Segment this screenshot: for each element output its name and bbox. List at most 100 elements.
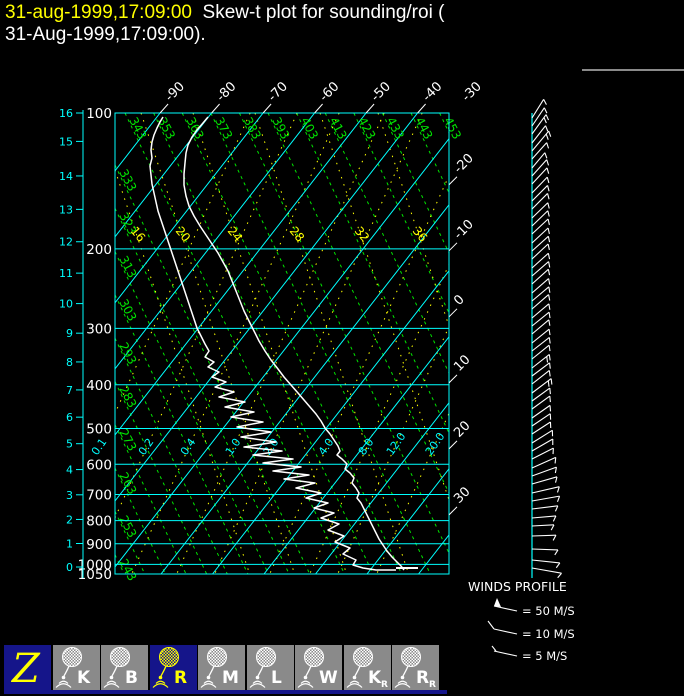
wind-barb-flick — [548, 329, 551, 336]
wind-barb-flick — [545, 133, 549, 140]
wind-barb-flick — [547, 243, 550, 250]
wind-barb-flick — [548, 337, 551, 344]
pressure-tick-label: 100 — [86, 106, 112, 122]
mixing-ratio-label: 0.1 — [89, 436, 110, 458]
wind-barb-flick — [547, 185, 550, 192]
wind-barb — [531, 456, 556, 469]
toolbar-button-r[interactable]: R — [149, 645, 197, 690]
button-letter: K — [77, 668, 91, 688]
balloon-body — [61, 647, 82, 667]
wind-barb — [531, 99, 545, 119]
dry-adiabat-line — [238, 113, 449, 555]
pressure-tick-label: 900 — [86, 537, 112, 553]
right-temp-tick — [448, 440, 458, 450]
wind-barb — [531, 286, 550, 302]
height-tick-label: 4 — [66, 464, 73, 477]
right-temp-label: 20 — [451, 418, 473, 440]
wind-barb-flick — [554, 457, 557, 464]
right-temp-label: 10 — [451, 352, 473, 374]
balloon-string — [159, 665, 167, 677]
signal-arc — [152, 683, 168, 688]
dry-adiabat-label: 303 — [116, 297, 139, 324]
isotherm-line — [470, 113, 684, 574]
wind-barb — [531, 130, 550, 152]
toolbar-button-b[interactable]: B — [101, 645, 148, 690]
wind-barb-flick — [548, 130, 552, 137]
toolbar-button-l[interactable]: L — [246, 645, 294, 690]
toolbar-button-z[interactable]: Z — [4, 645, 51, 690]
top-temp-tick — [365, 103, 375, 114]
top-temp-label: -30 — [459, 79, 485, 105]
toolbar-button-m[interactable]: M — [198, 645, 245, 690]
dry-adiabat-label: 363 — [184, 115, 207, 142]
wind-barb-flick — [548, 261, 551, 268]
wind-barb-flick — [543, 117, 547, 124]
wind-profile — [487, 99, 562, 657]
button-letter: W — [319, 668, 338, 688]
toolbar-button-kr[interactable]: KR — [343, 645, 391, 690]
wind-profile-title: WINDS PROFILE — [468, 579, 567, 594]
wind-barb-flick — [545, 114, 550, 121]
wind-barb-flick — [548, 345, 551, 352]
wind-barb — [531, 505, 558, 510]
wind-legend-label: = 5 M/S — [522, 649, 567, 663]
top-temp-tick — [262, 103, 272, 114]
right-temp-label: -10 — [451, 217, 477, 243]
wind-barb — [531, 534, 557, 537]
legend-flag-icon — [494, 598, 501, 607]
pressure-tick-label: 800 — [86, 514, 112, 530]
top-temp-label: -50 — [368, 79, 394, 105]
wind-barb-flick — [552, 534, 557, 541]
wind-barb — [531, 125, 546, 144]
wind-barb-flick — [548, 286, 551, 293]
wind-barb — [531, 337, 550, 352]
pressure-tick-label: 600 — [86, 457, 112, 473]
mixing-ratio-line — [176, 113, 385, 574]
wind-barb — [531, 303, 550, 319]
toolbar-button-rr[interactable]: RR — [392, 645, 439, 690]
balloon-body — [207, 647, 227, 667]
wind-barb-flick — [554, 549, 559, 556]
balloon-icon: B — [103, 647, 138, 688]
isotherm-line — [115, 137, 449, 568]
isotherm-line — [418, 534, 449, 574]
height-tick-label: 0 — [66, 561, 73, 574]
wind-barb — [531, 193, 548, 210]
wind-barb-flick — [548, 312, 551, 319]
top-temp-tick — [159, 103, 169, 114]
wind-barb — [531, 567, 562, 574]
toolbar-button-w[interactable]: W — [295, 645, 342, 690]
toolbar-button-k[interactable]: K — [52, 645, 100, 690]
button-letter-subscript: R — [429, 680, 436, 690]
balloon-sonde — [61, 675, 65, 680]
wind-barb-flick — [547, 227, 550, 234]
pressure-tick-label: 400 — [86, 378, 112, 394]
wind-barb-flick — [547, 380, 550, 387]
balloon-icon: L — [249, 647, 282, 688]
height-tick-label: 3 — [66, 489, 73, 502]
signal-arc — [55, 683, 71, 688]
wind-barb — [531, 387, 551, 402]
balloon-sonde — [303, 675, 308, 680]
wind-barb-flick — [548, 278, 551, 285]
wind-barb — [531, 311, 550, 327]
moist-adiabat-label: 36 — [410, 224, 431, 245]
wind-barb — [531, 235, 549, 252]
dry-adiabat-label: 243 — [116, 557, 139, 584]
wind-barb-flick — [549, 396, 551, 403]
top-temp-label: -60 — [317, 79, 343, 105]
wind-barb — [531, 524, 554, 527]
dry-adiabat-label: 403 — [298, 115, 321, 142]
moist-adiabat-line — [254, 113, 410, 574]
isotherm-line — [0, 113, 109, 574]
button-letter: M — [222, 668, 239, 688]
wind-barb-flick — [546, 356, 549, 363]
button-letter: B — [125, 668, 138, 688]
wind-barb — [531, 142, 548, 160]
wind-barb — [531, 515, 556, 519]
right-temp-tick — [448, 308, 458, 318]
skewt-chart: 333323313303293283273263253243343 353 363 3… — [0, 79, 684, 663]
signal-arc — [200, 683, 217, 688]
balloon-icon: M — [200, 647, 239, 688]
dry-adiabat-label: 373 — [212, 115, 235, 142]
